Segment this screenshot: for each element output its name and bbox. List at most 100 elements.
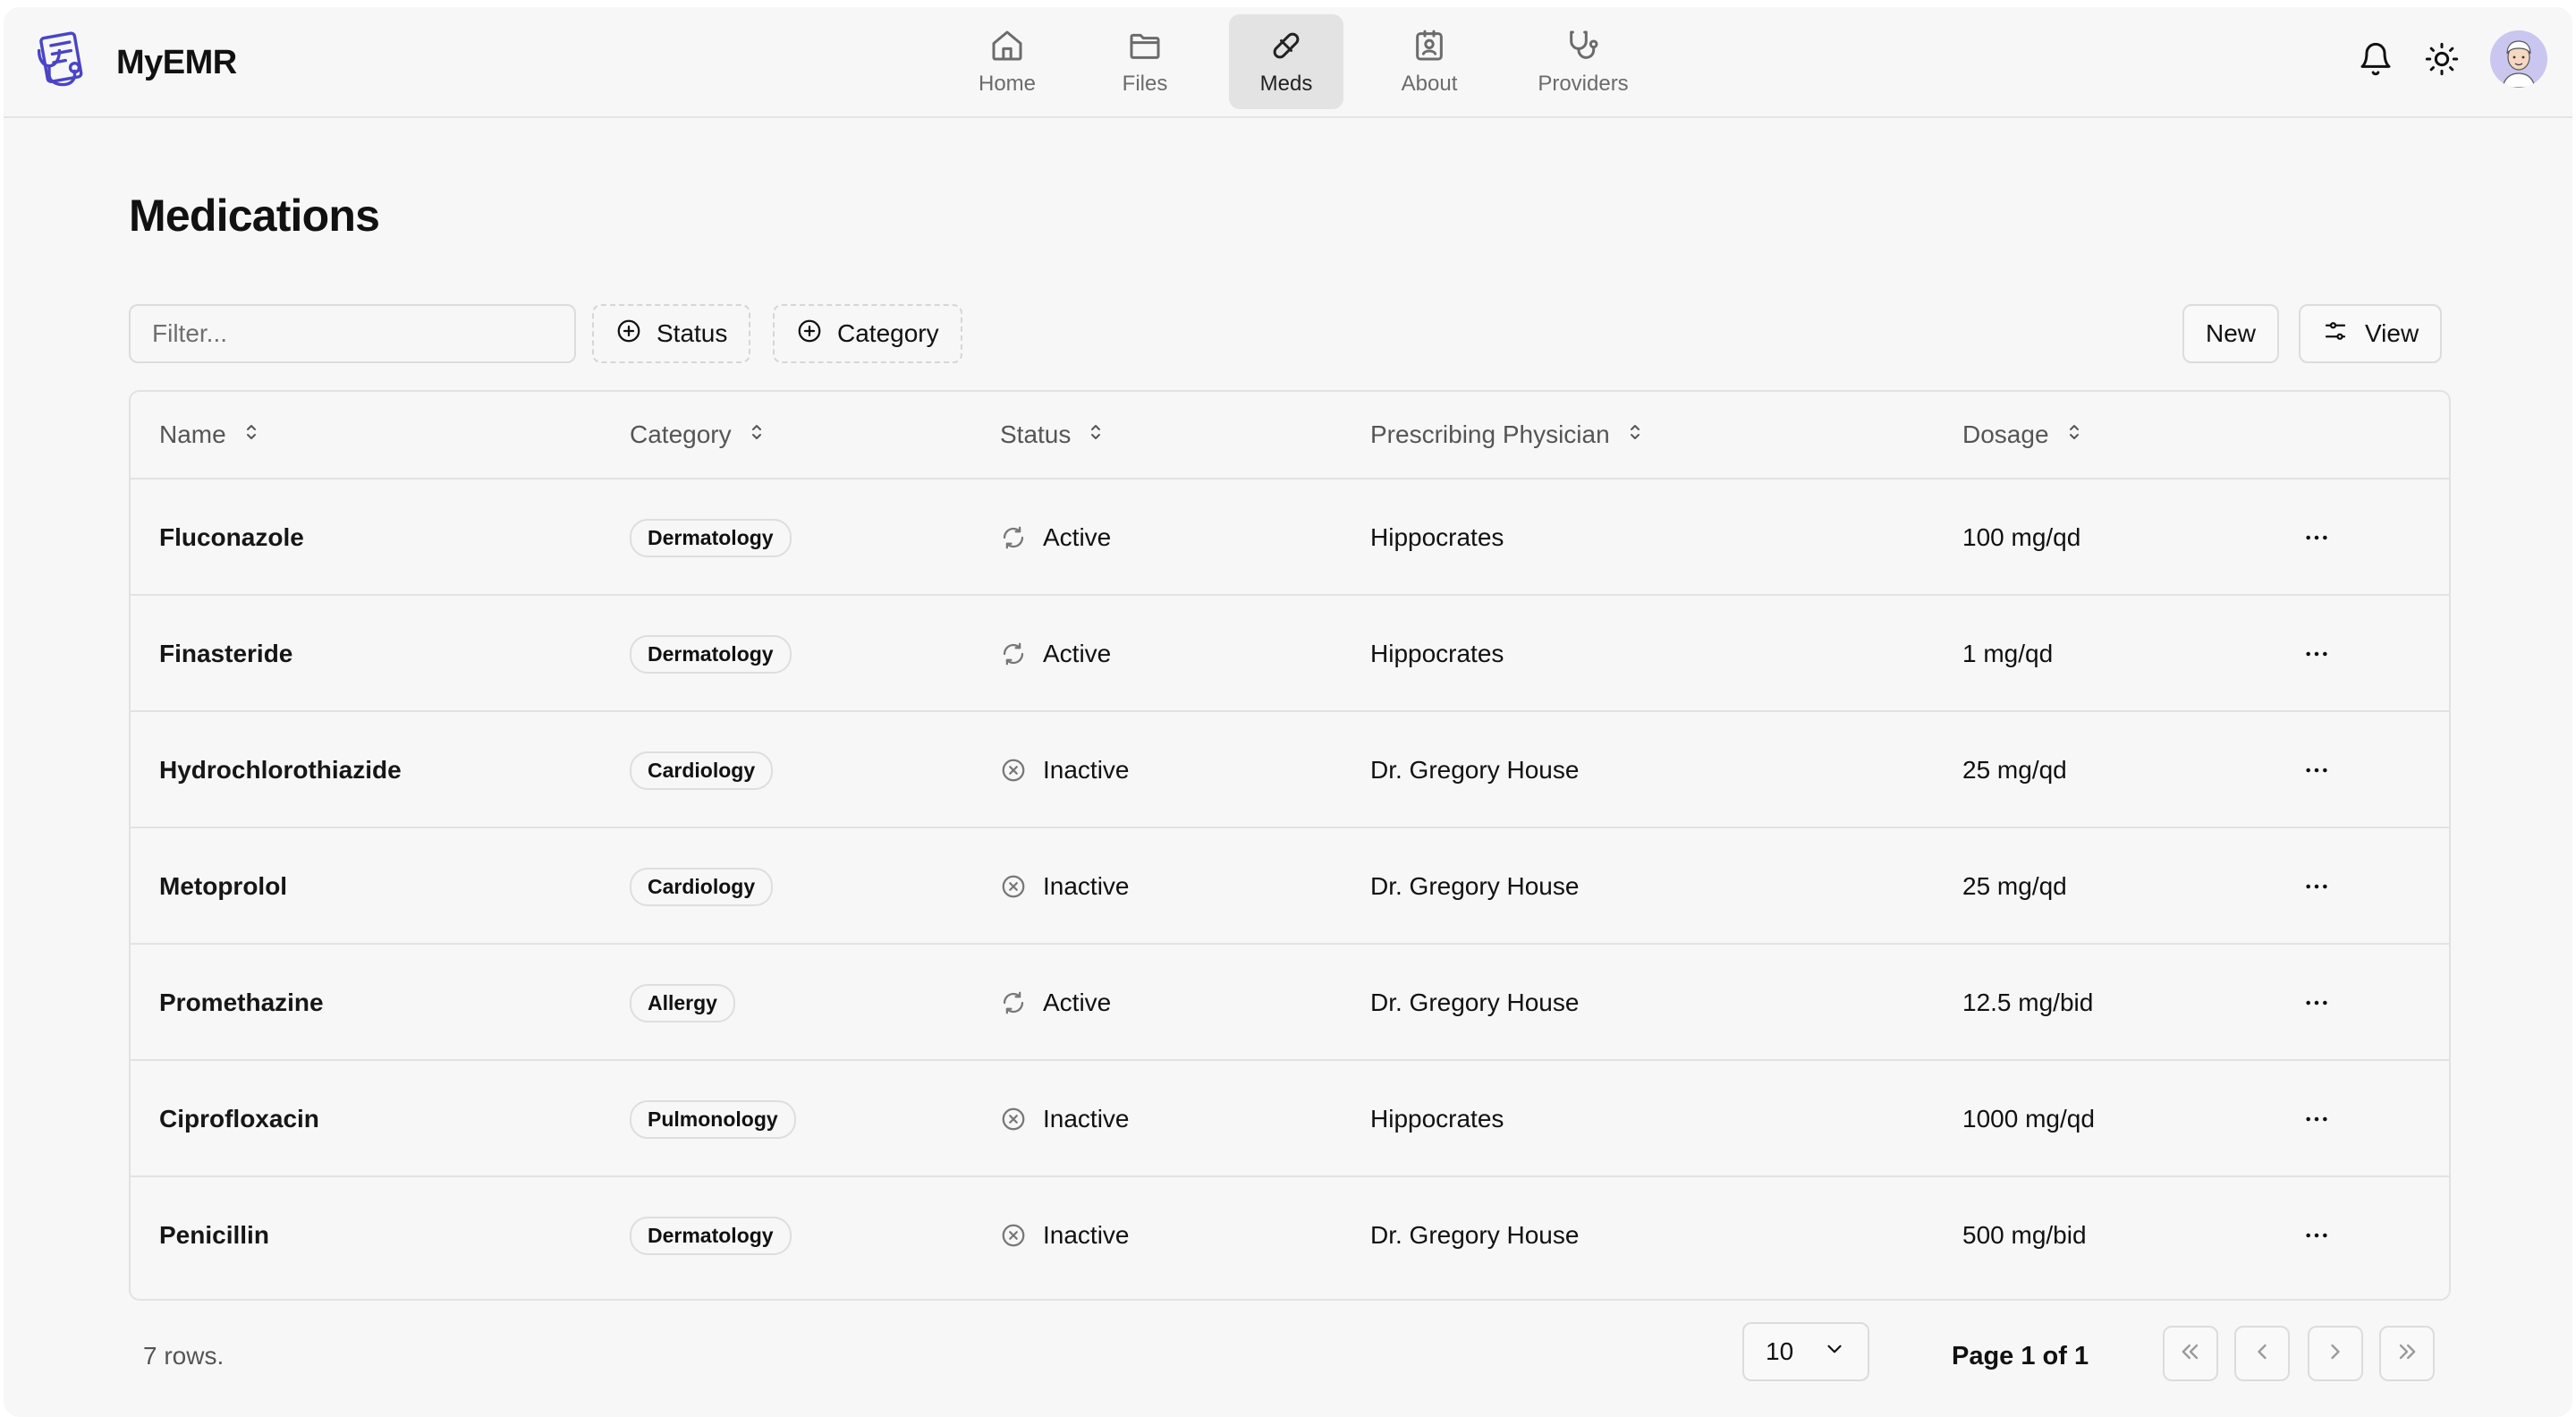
rows-per-page-select[interactable]: 10 <box>1742 1322 1869 1381</box>
contact-card-icon <box>1411 28 1447 68</box>
physician-cell: Dr. Gregory House <box>1370 872 1580 900</box>
last-page-button[interactable] <box>2379 1326 2435 1381</box>
table-row[interactable]: Promethazine Allergy Active Dr. Gregory Hou… <box>131 945 2449 1061</box>
nav-providers-label: Providers <box>1538 71 1629 96</box>
nav-meds[interactable]: Meds <box>1229 14 1343 109</box>
medication-name: Promethazine <box>159 989 324 1016</box>
status-cell: Inactive <box>1000 1177 1130 1294</box>
category-badge: Pulmonology <box>630 1099 796 1139</box>
sort-icon <box>1610 420 1646 449</box>
table-row[interactable]: Hydrochlorothiazide Cardiology Inactive Dr.… <box>131 712 2449 828</box>
row-actions-cell <box>2295 1177 2338 1294</box>
dosage-cell: 500 mg/bid <box>1962 1221 2087 1249</box>
more-horizontal-icon[interactable] <box>2295 1098 2338 1141</box>
status-text: Active <box>1043 640 1112 667</box>
table-row[interactable]: Fluconazole Dermatology Active Hippocrates 1… <box>131 479 2449 596</box>
status-text: Active <box>1043 523 1112 551</box>
column-header-label: Status <box>1000 420 1072 448</box>
category-cell: Dermatology <box>630 479 792 596</box>
refresh-icon <box>1000 641 1043 667</box>
sun-icon[interactable] <box>2424 41 2460 77</box>
column-header-physician[interactable]: Prescribing Physician <box>1370 392 1646 478</box>
x-circle-icon <box>1000 757 1043 784</box>
refresh-icon <box>1000 524 1043 551</box>
physician-cell: Dr. Gregory House <box>1370 1221 1580 1249</box>
table-row[interactable]: Penicillin Dermatology Inactive Dr. Gregory… <box>131 1177 2449 1294</box>
dosage-cell: 1000 mg/qd <box>1962 1105 2095 1133</box>
sliders-icon <box>2322 318 2365 351</box>
pill-icon <box>1268 28 1304 68</box>
table-toolbar: Status Category New View <box>129 304 2451 363</box>
dosage-cell: 1 mg/qd <box>1962 640 2054 667</box>
physician-cell: Dr. Gregory House <box>1370 989 1580 1016</box>
category-filter-button[interactable]: Category <box>773 304 962 363</box>
physician-cell: Hippocrates <box>1370 1105 1504 1133</box>
category-cell: Dermatology <box>630 596 792 712</box>
plus-circle-icon <box>615 318 657 351</box>
avatar[interactable] <box>2490 30 2547 88</box>
physician-cell: Hippocrates <box>1370 640 1504 667</box>
home-icon <box>989 28 1025 68</box>
header-actions <box>2327 30 2547 88</box>
next-page-button[interactable] <box>2308 1326 2363 1381</box>
dosage-cell: 12.5 mg/bid <box>1962 989 2094 1016</box>
table-row[interactable]: Finasteride Dermatology Active Hippocrates 1… <box>131 596 2449 712</box>
column-header-name[interactable]: Name <box>159 392 262 478</box>
category-cell: Dermatology <box>630 1177 792 1294</box>
nav-providers[interactable]: Providers <box>1510 14 1657 109</box>
more-horizontal-icon[interactable] <box>2295 1214 2338 1257</box>
column-header-status[interactable]: Status <box>1000 392 1106 478</box>
view-options-button[interactable]: View <box>2299 304 2443 363</box>
sort-icon <box>226 420 262 449</box>
page-title: Medications <box>129 191 380 241</box>
bell-icon[interactable] <box>2358 41 2394 77</box>
status-cell: Active <box>1000 945 1111 1061</box>
plus-circle-icon <box>796 318 837 351</box>
brand[interactable]: MyEMR <box>32 27 237 99</box>
row-actions-cell <box>2295 828 2338 945</box>
category-cell: Allergy <box>630 945 735 1061</box>
nav-home[interactable]: Home <box>950 14 1064 109</box>
more-horizontal-icon[interactable] <box>2295 981 2338 1024</box>
myemr-logo-icon <box>32 27 100 99</box>
more-horizontal-icon[interactable] <box>2295 516 2338 559</box>
previous-page-button[interactable] <box>2234 1326 2290 1381</box>
status-cell: Inactive <box>1000 828 1130 945</box>
nav-files[interactable]: Files <box>1088 14 1202 109</box>
more-horizontal-icon[interactable] <box>2295 865 2338 908</box>
folder-icon <box>1127 28 1163 68</box>
category-filter-label: Category <box>837 319 939 347</box>
row-actions-cell <box>2295 479 2338 596</box>
row-actions-cell <box>2295 1061 2338 1177</box>
new-button-label: New <box>2206 319 2257 347</box>
medication-name: Fluconazole <box>159 523 304 551</box>
category-badge: Dermatology <box>630 634 792 674</box>
first-page-button[interactable] <box>2163 1326 2218 1381</box>
table-row[interactable]: Metoprolol Cardiology Inactive Dr. Gregory … <box>131 828 2449 945</box>
column-header-category[interactable]: Category <box>630 392 767 478</box>
medication-name: Ciprofloxacin <box>159 1105 319 1133</box>
dosage-cell: 100 mg/qd <box>1962 523 2081 551</box>
more-horizontal-icon[interactable] <box>2295 632 2338 675</box>
nav-files-label: Files <box>1122 71 1168 96</box>
nav-home-label: Home <box>978 71 1037 96</box>
x-circle-icon <box>1000 873 1043 900</box>
status-filter-button[interactable]: Status <box>592 304 751 363</box>
sort-icon <box>1071 420 1106 449</box>
page-indicator: Page 1 of 1 <box>1952 1342 2089 1370</box>
status-filter-label: Status <box>657 319 728 347</box>
dosage-cell: 25 mg/qd <box>1962 872 2067 900</box>
app-window: MyEMR Home Files Meds About Providers Me… <box>4 7 2572 1417</box>
column-header-label: Name <box>159 420 226 448</box>
nav-about-label: About <box>1401 71 1458 96</box>
more-horizontal-icon[interactable] <box>2295 749 2338 792</box>
column-header-dosage[interactable]: Dosage <box>1962 392 2085 478</box>
medication-name: Metoprolol <box>159 872 288 900</box>
nav-about[interactable]: About <box>1372 14 1487 109</box>
physician-cell: Dr. Gregory House <box>1370 756 1580 784</box>
filter-input[interactable] <box>129 304 576 363</box>
category-badge: Dermatology <box>630 1216 792 1255</box>
new-button[interactable]: New <box>2182 304 2280 363</box>
row-count: 7 rows. <box>143 1342 225 1370</box>
table-row[interactable]: Ciprofloxacin Pulmonology Inactive Hippocra… <box>131 1061 2449 1177</box>
